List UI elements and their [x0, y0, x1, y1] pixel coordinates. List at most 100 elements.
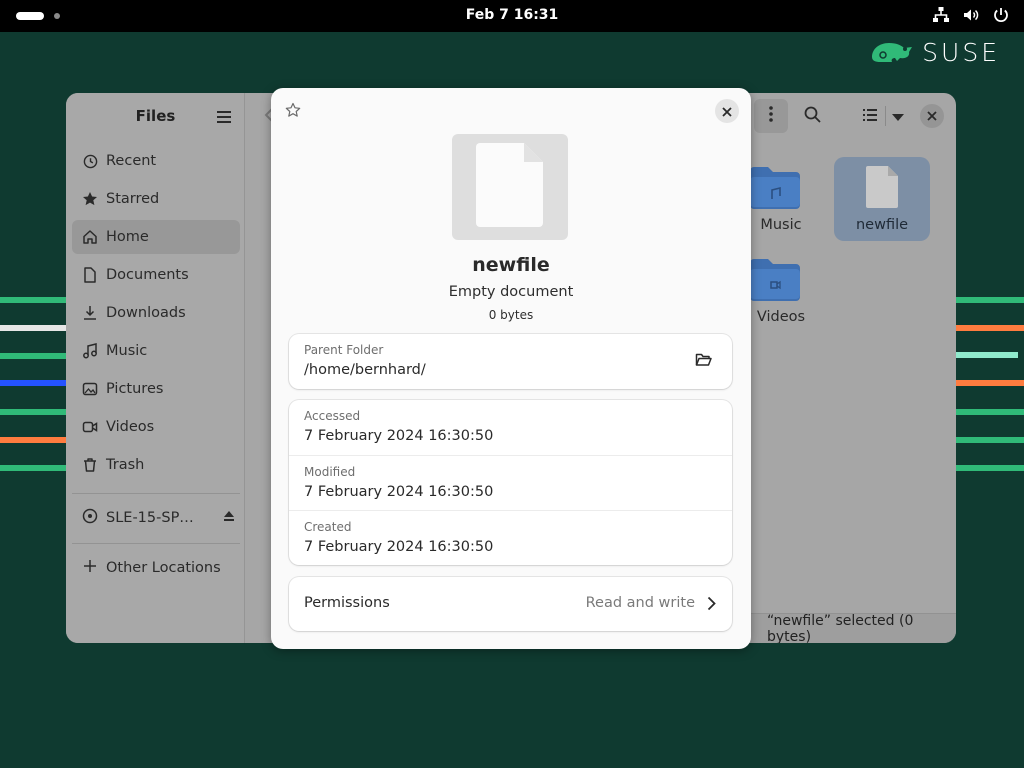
sidebar-item-label: Trash	[106, 457, 145, 473]
chevron-down-icon	[892, 107, 904, 126]
clock-icon	[82, 153, 98, 169]
star-icon	[82, 191, 98, 207]
status-bar: “newfile” selected (0 bytes)	[751, 613, 956, 643]
sidebar-places: Recent Starred Home Documents Downloads …	[72, 144, 240, 486]
created-value: 7 February 2024 16:30:50	[304, 539, 494, 555]
system-tray[interactable]	[932, 6, 1010, 24]
download-icon	[82, 305, 98, 321]
open-folder-icon[interactable]	[695, 352, 712, 371]
file-type: Empty document	[448, 284, 574, 300]
sidebar-item-music[interactable]: Music	[72, 334, 240, 368]
accessed-label: Accessed	[304, 409, 361, 423]
sidebar-item-other-locations[interactable]: Other Locations	[72, 551, 240, 585]
sidebar: Files Recent Starred Home Documents Down…	[66, 93, 245, 643]
search-button[interactable]	[795, 99, 829, 133]
sidebar-item-videos[interactable]: Videos	[72, 410, 240, 444]
created-label: Created	[304, 520, 352, 534]
sidebar-item-downloads[interactable]: Downloads	[72, 296, 240, 330]
modified-label: Modified	[304, 465, 356, 479]
sidebar-item-pictures[interactable]: Pictures	[72, 372, 240, 406]
folder-video-icon	[748, 257, 802, 305]
sidebar-item-starred[interactable]: Starred	[72, 182, 240, 216]
wallpaper-stripe	[0, 409, 66, 415]
clock[interactable]: Feb 7 16:31	[466, 7, 559, 23]
brand-wordmark: SUSE	[922, 38, 1000, 67]
modified-row: Modified 7 February 2024 16:30:50	[289, 455, 732, 510]
wallpaper-stripe	[956, 380, 1024, 386]
parent-folder-card: Parent Folder /home/bernhard/	[289, 334, 732, 389]
accessed-row: Accessed 7 February 2024 16:30:50	[289, 400, 732, 455]
file-properties-dialog: newfile Empty document 0 bytes Parent Fo…	[271, 88, 751, 649]
wallpaper-stripe	[956, 437, 1024, 443]
sidebar-item-label: Other Locations	[106, 560, 221, 576]
sidebar-item-label: Recent	[106, 153, 157, 169]
file-tile-label: newfile	[855, 217, 909, 233]
network-icon[interactable]	[932, 6, 950, 24]
wallpaper-stripe	[956, 352, 1018, 358]
wallpaper-stripe	[0, 437, 66, 443]
picture-icon	[82, 381, 98, 397]
wallpaper-stripe	[0, 325, 66, 331]
brand-logo: SUSE	[870, 38, 1000, 67]
accessed-value: 7 February 2024 16:30:50	[304, 428, 494, 444]
list-view-icon	[862, 107, 878, 126]
wallpaper-stripe	[956, 297, 1024, 303]
sidebar-item-label: Downloads	[106, 305, 186, 321]
eject-icon[interactable]	[222, 509, 236, 527]
volume-icon[interactable]	[962, 6, 980, 24]
top-bar: Feb 7 16:31	[0, 0, 1024, 32]
wallpaper-stripe	[956, 325, 1024, 331]
close-icon	[722, 102, 732, 121]
wallpaper-stripe	[0, 380, 66, 386]
close-icon	[920, 104, 944, 128]
permissions-row[interactable]: Permissions Read and write	[289, 577, 732, 631]
plus-icon	[82, 558, 98, 578]
sidebar-item-drive[interactable]: SLE-15-SP…	[72, 501, 240, 535]
more-options-button[interactable]	[754, 99, 788, 133]
window-close-button[interactable]	[915, 99, 949, 133]
parent-folder-row: Parent Folder /home/bernhard/	[289, 334, 732, 389]
sidebar-item-home[interactable]: Home	[72, 220, 240, 254]
file-thumbnail	[452, 134, 568, 240]
modified-value: 7 February 2024 16:30:50	[304, 484, 494, 500]
workspace-active-pill[interactable]	[16, 12, 44, 20]
sidebar-item-label: Starred	[106, 191, 160, 207]
sidebar-item-label: Music	[106, 343, 148, 359]
sidebar-item-label: Documents	[106, 267, 189, 283]
sidebar-item-trash[interactable]: Trash	[72, 448, 240, 482]
sidebar-item-label: Videos	[106, 419, 155, 435]
music-icon	[82, 343, 98, 359]
hamburger-menu-icon[interactable]	[216, 109, 232, 128]
file-icon	[476, 142, 544, 232]
sidebar-separator	[72, 543, 240, 544]
folder-music-icon	[748, 165, 802, 213]
sidebar-item-label: Pictures	[106, 381, 164, 397]
parent-folder-label: Parent Folder	[304, 343, 384, 357]
view-options-button[interactable]	[881, 99, 915, 133]
document-icon	[82, 267, 98, 283]
video-icon	[82, 419, 98, 435]
permissions-label: Permissions	[304, 595, 390, 611]
wallpaper-stripe	[956, 409, 1024, 415]
created-row: Created 7 February 2024 16:30:50	[289, 510, 732, 565]
disc-icon	[82, 508, 98, 528]
power-icon[interactable]	[992, 6, 1010, 24]
dialog-close-button[interactable]	[715, 99, 739, 123]
star-icon[interactable]	[285, 102, 301, 122]
wallpaper-stripe	[956, 465, 1024, 471]
activities-indicator[interactable]	[16, 12, 60, 20]
timestamps-card: Accessed 7 February 2024 16:30:50 Modifi…	[289, 400, 732, 565]
chevron-right-icon	[707, 596, 716, 615]
sidebar-item-recent[interactable]: Recent	[72, 144, 240, 178]
sidebar-item-label: SLE-15-SP…	[106, 510, 194, 526]
search-icon	[804, 106, 821, 127]
file-size: 0 bytes	[488, 308, 534, 322]
workspace-dot[interactable]	[54, 13, 60, 19]
sidebar-item-label: Home	[106, 229, 149, 245]
sidebar-separator	[72, 493, 240, 494]
file-icon	[865, 165, 899, 213]
file-tile-newfile[interactable]: newfile	[834, 157, 930, 241]
wallpaper-stripe	[0, 353, 66, 359]
wallpaper-stripe	[0, 465, 66, 471]
sidebar-item-documents[interactable]: Documents	[72, 258, 240, 292]
